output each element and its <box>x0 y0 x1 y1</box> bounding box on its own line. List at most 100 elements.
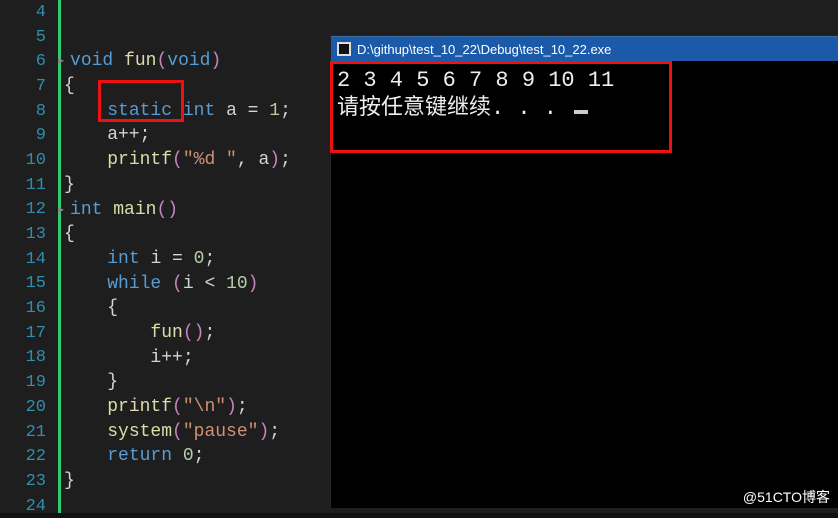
code-token <box>64 249 107 269</box>
line-number: 22 <box>0 447 52 466</box>
code-line[interactable]: return 0; <box>64 444 291 469</box>
code-line[interactable]: a++; <box>64 123 291 148</box>
code-token <box>64 422 107 442</box>
line-number: 9 <box>0 126 52 145</box>
line-number: 17 <box>0 324 52 343</box>
code-line[interactable]: } <box>64 370 291 395</box>
line-number: 7 <box>0 77 52 96</box>
line-number: 13 <box>0 225 52 244</box>
code-token: "pause" <box>183 422 259 442</box>
line-number: 19 <box>0 373 52 392</box>
code-line[interactable]: } <box>64 469 291 494</box>
line-number: 5 <box>0 28 52 47</box>
code-line[interactable]: fun(); <box>64 321 291 346</box>
code-line[interactable] <box>64 0 291 25</box>
code-line[interactable]: int i = 0; <box>64 247 291 272</box>
code-token: { <box>64 224 75 244</box>
code-token: printf <box>107 150 172 170</box>
code-token: system <box>107 422 172 442</box>
code-token: ( <box>172 150 183 170</box>
code-token: } <box>64 471 75 491</box>
code-line[interactable]: { <box>64 74 291 99</box>
code-line[interactable]: ▸int main() <box>64 198 291 223</box>
console-app-icon <box>337 42 351 56</box>
code-token <box>64 323 150 343</box>
console-cursor <box>574 110 588 114</box>
line-number: 21 <box>0 423 52 442</box>
code-token: i++; <box>64 348 194 368</box>
code-token: ( <box>172 422 183 442</box>
console-title-text: D:\githup\test_10_22\Debug\test_10_22.ex… <box>357 42 611 57</box>
code-token: ( <box>172 397 183 417</box>
code-token: ) <box>226 397 237 417</box>
code-line[interactable]: { <box>64 222 291 247</box>
code-token <box>64 101 107 121</box>
code-token: } <box>64 175 75 195</box>
line-number: 20 <box>0 398 52 417</box>
code-token: ( <box>172 274 183 294</box>
code-token: fun <box>150 323 182 343</box>
fold-marker-icon[interactable]: ▸ <box>58 54 64 68</box>
code-token: void <box>70 51 124 71</box>
console-output-line-1: 2 3 4 5 6 7 8 9 10 11 <box>337 68 614 93</box>
code-line[interactable]: printf("%d ", a); <box>64 148 291 173</box>
code-token: "%d " <box>183 150 237 170</box>
line-number: 12 <box>0 200 52 219</box>
code-content[interactable]: ▸void fun(void){ static int a = 1; a++; … <box>64 0 291 513</box>
code-token: ( <box>183 323 194 343</box>
line-number: 4 <box>0 3 52 22</box>
change-indicator-bar <box>58 0 61 513</box>
line-number: 15 <box>0 274 52 293</box>
code-token: ; <box>194 446 205 466</box>
code-token: int <box>70 200 113 220</box>
code-token: 10 <box>226 274 248 294</box>
code-token: main <box>113 200 156 220</box>
code-line[interactable] <box>64 494 291 518</box>
code-token: i < <box>183 274 226 294</box>
code-line[interactable]: printf("\n"); <box>64 395 291 420</box>
code-token: ; <box>237 397 248 417</box>
code-token <box>64 274 107 294</box>
code-token: ; <box>204 323 215 343</box>
code-token: printf <box>107 397 172 417</box>
code-line[interactable]: i++; <box>64 346 291 371</box>
code-token: { <box>64 76 75 96</box>
code-token: ) <box>248 274 259 294</box>
code-token: "\n" <box>183 397 226 417</box>
line-number: 18 <box>0 348 52 367</box>
code-line[interactable]: while (i < 10) <box>64 272 291 297</box>
line-number: 6 <box>0 52 52 71</box>
console-output-line-2: 请按任意键继续. . . <box>337 96 570 121</box>
watermark-text: @51CTO博客 <box>743 487 830 507</box>
code-token: , a <box>237 150 269 170</box>
code-token: ( <box>156 51 167 71</box>
code-token: 0 <box>183 446 194 466</box>
code-token: ) <box>194 323 205 343</box>
code-line[interactable] <box>64 25 291 50</box>
code-token: ) <box>258 422 269 442</box>
code-line[interactable]: } <box>64 173 291 198</box>
code-token <box>64 397 107 417</box>
console-window[interactable]: D:\githup\test_10_22\Debug\test_10_22.ex… <box>331 36 838 508</box>
line-number: 23 <box>0 472 52 491</box>
code-token: i = <box>150 249 193 269</box>
console-output: 2 3 4 5 6 7 8 9 10 11 请按任意键继续. . . <box>331 61 838 508</box>
code-token: int <box>183 101 226 121</box>
code-token: static <box>107 101 183 121</box>
code-token: a = <box>226 101 269 121</box>
code-token: ; <box>204 249 215 269</box>
code-token: void <box>167 51 210 71</box>
code-line[interactable]: static int a = 1; <box>64 99 291 124</box>
code-token: while <box>107 274 172 294</box>
line-number-gutter: 456789101112131415161718192021222324 <box>0 0 58 513</box>
fold-marker-icon[interactable]: ▸ <box>58 203 64 217</box>
code-line[interactable]: ▸void fun(void) <box>64 49 291 74</box>
code-token: } <box>64 372 118 392</box>
code-line[interactable]: system("pause"); <box>64 420 291 445</box>
code-token: 0 <box>194 249 205 269</box>
code-line[interactable]: { <box>64 296 291 321</box>
code-token: int <box>107 249 150 269</box>
code-token: ) <box>269 150 280 170</box>
console-title-bar[interactable]: D:\githup\test_10_22\Debug\test_10_22.ex… <box>331 37 838 61</box>
code-token: ) <box>210 51 221 71</box>
